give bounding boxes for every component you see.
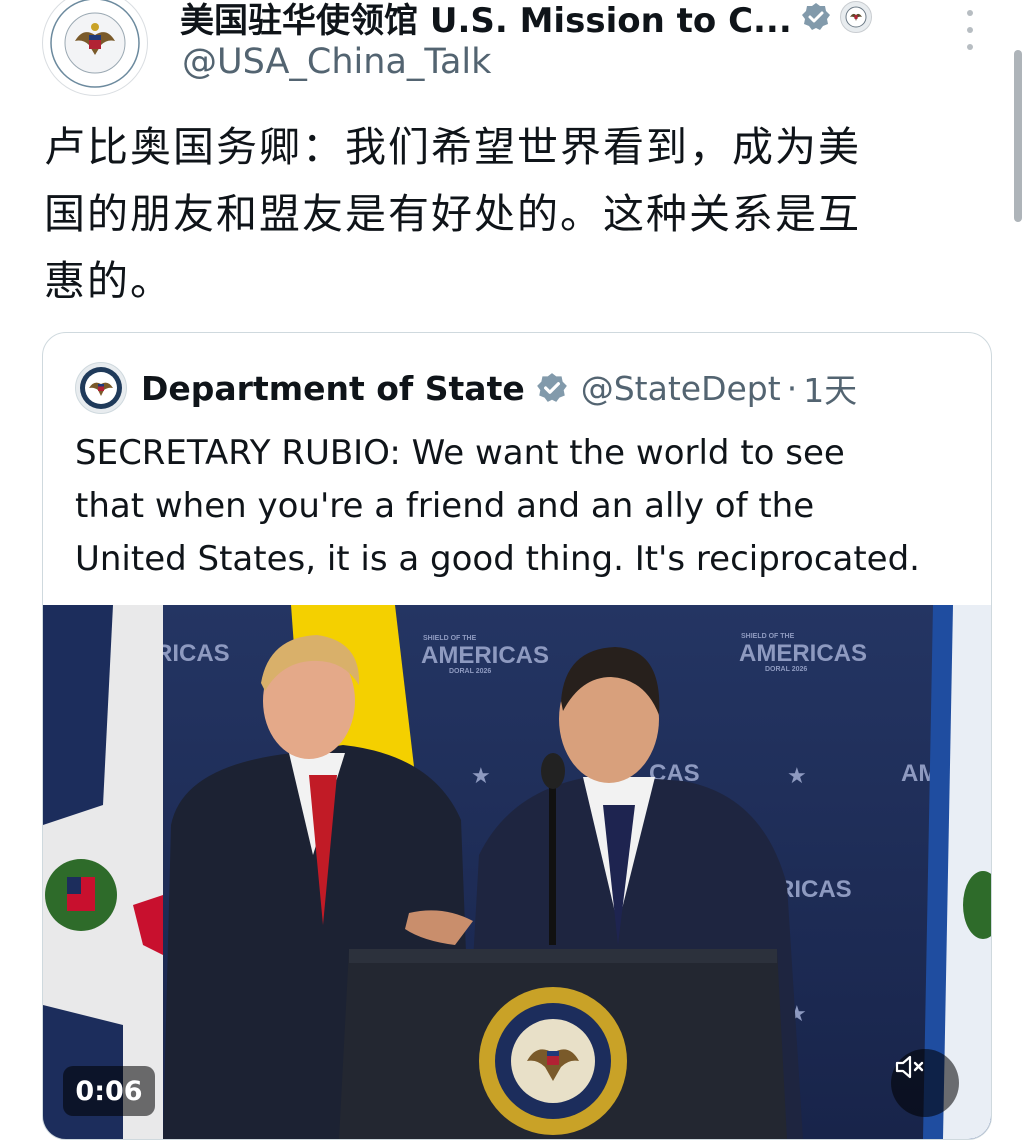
tweet-text-line: 卢比奥国务卿：我们希望世界看到，成为美	[44, 123, 861, 171]
account-avatar[interactable]	[42, 0, 148, 96]
svg-text:DORAL 2026: DORAL 2026	[449, 668, 491, 675]
quoted-text-line: United States, it is a good thing. It's …	[75, 539, 920, 579]
tweet-text-line: 惠的。	[44, 257, 173, 305]
quoted-text-line: SECRETARY RUBIO: We want the world to se…	[75, 433, 845, 473]
more-vertical-icon[interactable]	[955, 10, 985, 50]
svg-text:SHIELD OF THE: SHIELD OF THE	[423, 635, 477, 642]
quoted-tweet-header: Department of State @StateDept · 1天	[75, 361, 857, 415]
state-dept-avatar[interactable]	[75, 362, 127, 414]
display-name[interactable]: 美国驻华使领馆 U.S. Mission to C...	[180, 0, 792, 42]
government-seal-icon	[839, 1, 872, 33]
tweet-text: 卢比奥国务卿：我们希望世界看到，成为美 国的朋友和盟友是有好处的。这种关系是互 …	[44, 114, 964, 315]
video-player[interactable]: SHIELD OF THE AMERICAS DORAL 2026 SHIELD…	[43, 605, 991, 1139]
svg-text:SHIELD OF THE: SHIELD OF THE	[741, 633, 795, 640]
tweet-header: 美国驻华使领馆 U.S. Mission to C... @USA_China_…	[0, 0, 1032, 100]
svg-text:★: ★	[787, 764, 807, 789]
embassy-seal-icon	[45, 0, 145, 93]
state-dept-seal-icon	[80, 367, 122, 409]
podium	[339, 949, 787, 1139]
quoted-display-name[interactable]: Department of State	[141, 369, 525, 408]
verified-badge-icon	[536, 373, 567, 402]
verified-badge-icon	[801, 3, 830, 30]
account-handle[interactable]: @USA_China_Talk	[182, 42, 491, 82]
svg-text:AMERICAS: AMERICAS	[739, 640, 867, 667]
quoted-tweet-card[interactable]: Department of State @StateDept · 1天 SECR…	[42, 332, 992, 1140]
quoted-tweet-text: SECRETARY RUBIO: We want the world to se…	[75, 427, 975, 586]
flag-dominican-republic	[43, 605, 163, 1139]
name-row: 美国驻华使领馆 U.S. Mission to C...	[180, 0, 872, 42]
quoted-handle[interactable]: @StateDept	[581, 369, 781, 408]
video-timestamp: 0:06	[63, 1066, 155, 1116]
separator-dot: ·	[786, 368, 798, 408]
svg-text:★: ★	[471, 764, 491, 789]
scrollbar[interactable]	[1014, 50, 1022, 222]
quoted-timestamp[interactable]: 1天	[803, 364, 857, 412]
tweet-text-line: 国的朋友和盟友是有好处的。这种关系是互	[44, 190, 861, 238]
svg-text:DORAL 2026: DORAL 2026	[765, 666, 807, 673]
svg-text:RICAS: RICAS	[777, 876, 852, 903]
video-frame: SHIELD OF THE AMERICAS DORAL 2026 SHIELD…	[43, 605, 991, 1139]
svg-text:AMERICAS: AMERICAS	[421, 642, 549, 669]
quoted-text-line: that when you're a friend and an ally of…	[75, 486, 815, 526]
volume-muted-icon[interactable]	[891, 1049, 959, 1117]
